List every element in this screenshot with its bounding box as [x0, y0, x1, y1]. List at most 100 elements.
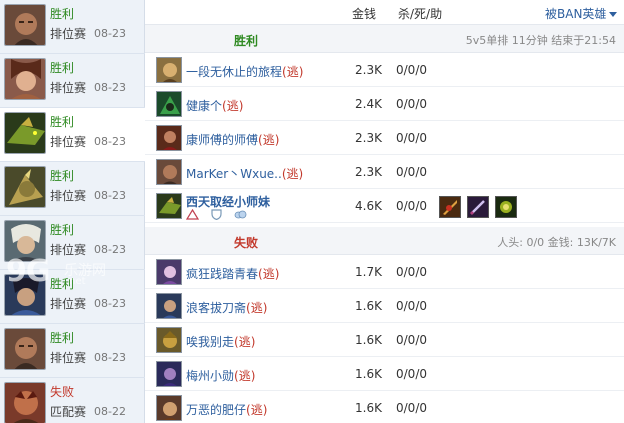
escape-tag: (逃) [234, 335, 256, 349]
player-row[interactable]: MarKer丶Wxue..(逃) 2.3K 0/0/0 [145, 155, 624, 189]
kda-column-header: 杀/死/助 [398, 7, 443, 21]
player-name: 浪客拔刀斋 [186, 301, 247, 315]
history-mode: 排位赛 [50, 27, 87, 41]
history-date: 08-23 [94, 135, 126, 148]
history-result: 胜利 [50, 223, 75, 237]
history-date: 08-23 [94, 243, 126, 256]
banned-champions-label: 被BAN英雄 [545, 7, 607, 21]
chevron-down-icon [609, 12, 618, 17]
history-date: 08-23 [94, 297, 126, 310]
player-kda: 0/0/0 [396, 367, 427, 381]
escape-tag: (逃) [258, 133, 280, 147]
history-result: 胜利 [50, 169, 75, 183]
player-row[interactable]: 健康个(逃) 2.4K 0/0/0 [145, 87, 624, 121]
player-gold: 2.3K [355, 131, 382, 145]
player-gold: 2.3K [355, 165, 382, 179]
banned-champions-dropdown[interactable]: 被BAN英雄 [545, 5, 618, 22]
history-item-5[interactable]: 胜利 排位赛 08-23 [0, 216, 145, 270]
champion-portrait [4, 382, 46, 423]
blade-item-icon[interactable] [466, 196, 489, 218]
player-items [439, 196, 519, 218]
escape-tag: (逃) [222, 99, 244, 113]
player-row[interactable]: 唉我别走(逃) 1.6K 0/0/0 [145, 323, 624, 357]
player-row[interactable]: 浪客拔刀斋(逃) 1.6K 0/0/0 [145, 289, 624, 323]
player-row[interactable]: 万恶的肥仔(逃) 1.6K 0/0/0 [145, 391, 624, 423]
player-name-link[interactable]: 梅州小勋(逃) [186, 367, 255, 384]
champion-icon [156, 395, 182, 421]
champion-icon [156, 361, 182, 387]
player-name-link[interactable]: 疯狂践踏青春(逃) [186, 265, 279, 282]
history-item-2[interactable]: 胜利 排位赛 08-23 [0, 54, 145, 108]
shield-badge-icon [211, 209, 222, 220]
player-name-link[interactable]: 一段无休止的旅程(逃) [186, 63, 303, 80]
history-date: 08-23 [94, 27, 126, 40]
player-gold: 2.4K [355, 97, 382, 111]
player-row[interactable]: 康师傅的师傅(逃) 2.3K 0/0/0 [145, 121, 624, 155]
history-mode: 排位赛 [50, 135, 87, 149]
history-date: 08-23 [94, 189, 126, 202]
escape-tag: (逃) [282, 65, 304, 79]
player-name: 梅州小勋 [186, 369, 235, 383]
history-mode: 排位赛 [50, 189, 87, 203]
history-mode: 匹配赛 [50, 405, 87, 419]
winning-team-result: 胜利 [234, 34, 259, 48]
player-gold: 1.6K [355, 333, 382, 347]
player-name: 西天取经小师妹 [186, 195, 271, 209]
player-name-link[interactable]: 康师傅的师傅(逃) [186, 131, 279, 148]
match-history-sidebar: 胜利 排位赛 08-23 胜利 排位赛 08-23 胜利 排位赛 08-23 胜… [0, 0, 146, 423]
player-kda: 0/0/0 [396, 199, 427, 213]
player-name: 一段无休止的旅程 [186, 65, 283, 79]
champion-portrait [4, 58, 46, 100]
escape-tag: (逃) [258, 267, 280, 281]
player-name-link[interactable]: MarKer丶Wxue..(逃) [186, 165, 303, 182]
player-name: 疯狂践踏青春 [186, 267, 259, 281]
history-item-6[interactable]: 胜利 排位赛 08-23 [0, 270, 145, 324]
history-item-8[interactable]: 失败 匹配赛 08-22 [0, 378, 145, 423]
player-kda: 0/0/0 [396, 401, 427, 415]
history-mode: 排位赛 [50, 243, 87, 257]
player-kda: 0/0/0 [396, 333, 427, 347]
player-row[interactable]: 梅州小勋(逃) 1.6K 0/0/0 [145, 357, 624, 391]
champion-portrait [4, 274, 46, 316]
player-row[interactable]: 一段无休止的旅程(逃) 2.3K 0/0/0 [145, 53, 624, 87]
player-name-link[interactable]: 健康个(逃) [186, 97, 243, 114]
history-result: 胜利 [50, 61, 75, 75]
winning-team-header: 胜利 5v5单排 11分钟 结束于21:54 [145, 25, 624, 53]
escape-tag: (逃) [281, 167, 304, 181]
player-name-link[interactable]: 浪客拔刀斋(逃) [186, 299, 267, 316]
triangle-badge-icon [186, 209, 199, 220]
player-name-link[interactable]: 西天取经小师妹 [186, 193, 270, 210]
player-name: 万恶的肥仔 [186, 403, 247, 417]
match-info: 5v5单排 11分钟 结束于21:54 [465, 34, 616, 47]
gold-column-header: 金钱 [352, 7, 377, 21]
cloud-badge-icon [234, 210, 247, 219]
champion-icon [156, 125, 182, 151]
player-kda: 0/0/0 [396, 131, 427, 145]
player-name-link[interactable]: 唉我别走(逃) [186, 333, 255, 350]
champion-icon [156, 327, 182, 353]
history-result: 胜利 [50, 115, 75, 129]
champion-portrait [4, 220, 46, 262]
champion-portrait [4, 328, 46, 370]
player-gold: 2.3K [355, 63, 382, 77]
history-item-1[interactable]: 胜利 排位赛 08-23 [0, 0, 145, 54]
history-item-4[interactable]: 胜利 排位赛 08-23 [0, 162, 145, 216]
history-item-3[interactable]: 胜利 排位赛 08-23 [0, 108, 146, 162]
orb-item-icon[interactable] [494, 196, 517, 218]
player-name-link[interactable]: 万恶的肥仔(逃) [186, 401, 267, 418]
history-result: 胜利 [50, 277, 75, 291]
history-date: 08-23 [94, 351, 126, 364]
history-mode: 排位赛 [50, 351, 87, 365]
champion-icon [156, 91, 182, 117]
champion-portrait [4, 4, 46, 46]
player-name: 康师傅的师傅 [186, 133, 259, 147]
player-name: 唉我别走 [186, 335, 235, 349]
history-result: 胜利 [50, 7, 75, 21]
sword-item-icon[interactable] [439, 196, 461, 218]
scoreboard-header: 金钱 杀/死/助 被BAN英雄 [145, 0, 624, 25]
history-item-7[interactable]: 胜利 排位赛 08-23 [0, 324, 145, 378]
player-row-self[interactable]: 西天取经小师妹 4.6K 0/0/0 [145, 189, 624, 223]
player-row[interactable]: 疯狂践踏青春(逃) 1.7K 0/0/0 [145, 255, 624, 289]
history-result: 胜利 [50, 331, 75, 345]
champion-icon [156, 57, 182, 83]
